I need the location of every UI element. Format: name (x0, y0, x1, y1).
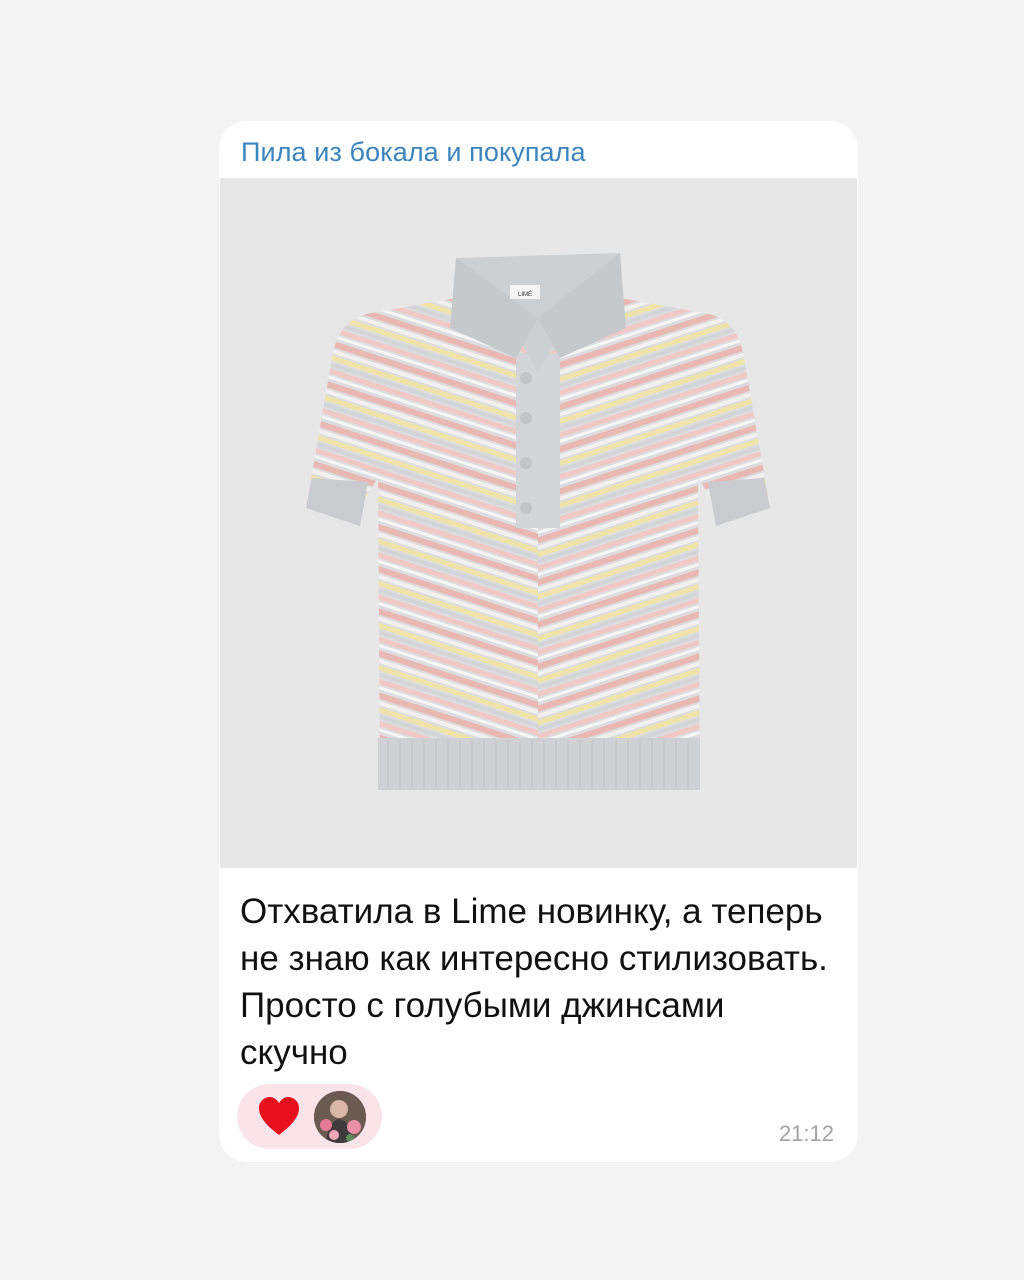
message-photo[interactable]: LIMÉ (220, 178, 857, 868)
avatar-image (314, 1091, 366, 1143)
message-text: Отхватила в Lime новинку, а теперь не зн… (240, 892, 828, 1072)
heart-icon (259, 1097, 299, 1135)
message-time: 21:12 (778, 1121, 834, 1146)
reactor-avatar[interactable] (314, 1091, 366, 1143)
reaction-pill[interactable] (237, 1084, 382, 1149)
message-bubble[interactable]: Пила из бокала и покупала LIMÉ Отхватила… (219, 121, 858, 1162)
polo-shirt-image: LIMÉ (306, 253, 770, 790)
sender-name[interactable]: Пила из бокала и покупала (241, 137, 586, 168)
brand-tag-text: LIMÉ (518, 291, 532, 298)
